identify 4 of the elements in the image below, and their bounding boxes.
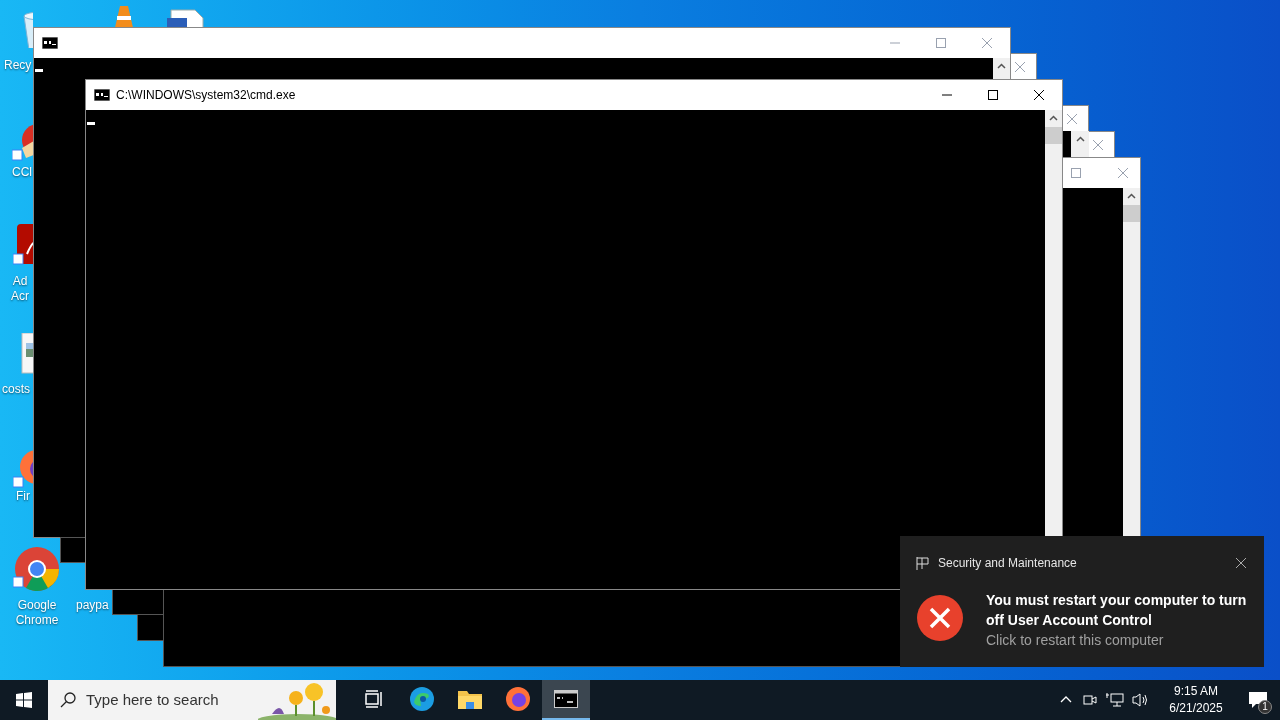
notification-body: Click to restart this computer <box>986 631 1165 650</box>
notification-title: You must restart your computer to turn off User Account Control <box>986 591 1248 630</box>
notification-count-badge: 1 <box>1258 700 1272 714</box>
window-title: C:\WINDOWS\system32\cmd.exe <box>116 87 296 104</box>
